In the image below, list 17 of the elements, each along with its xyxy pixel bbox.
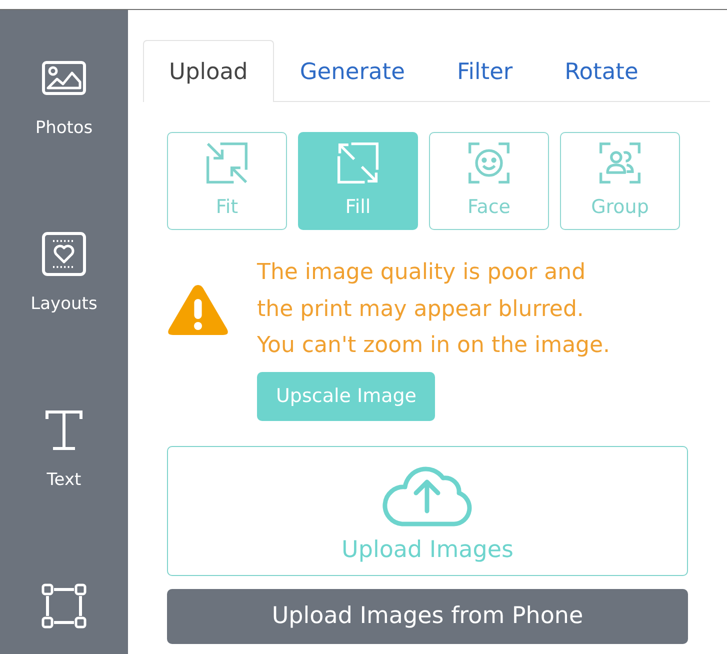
group-scan-icon — [597, 140, 643, 186]
image-icon — [42, 61, 86, 95]
face-scan-icon — [466, 140, 512, 186]
shrink-arrows-icon — [204, 140, 250, 186]
sidebar-item[interactable]: Layouts — [0, 186, 128, 362]
square-handles-icon — [41, 583, 87, 629]
sidebar-item[interactable]: Photos — [0, 10, 128, 186]
tab[interactable]: Rotate — [538, 40, 664, 102]
tab[interactable]: Upload — [143, 40, 274, 102]
upload-from-phone-button[interactable]: Upload Images from Phone — [167, 588, 688, 644]
tab[interactable]: Filter — [430, 40, 539, 102]
tab[interactable]: Generate — [274, 40, 431, 102]
expand-arrows-icon — [335, 140, 381, 186]
warning-message: The image quality is poor and the print may appear blurred. You can't zoom in on the image. — [257, 259, 610, 360]
heart-frame-icon — [42, 232, 86, 276]
warning-icon — [167, 282, 229, 337]
sidebar-item[interactable]: Text — [0, 362, 128, 538]
